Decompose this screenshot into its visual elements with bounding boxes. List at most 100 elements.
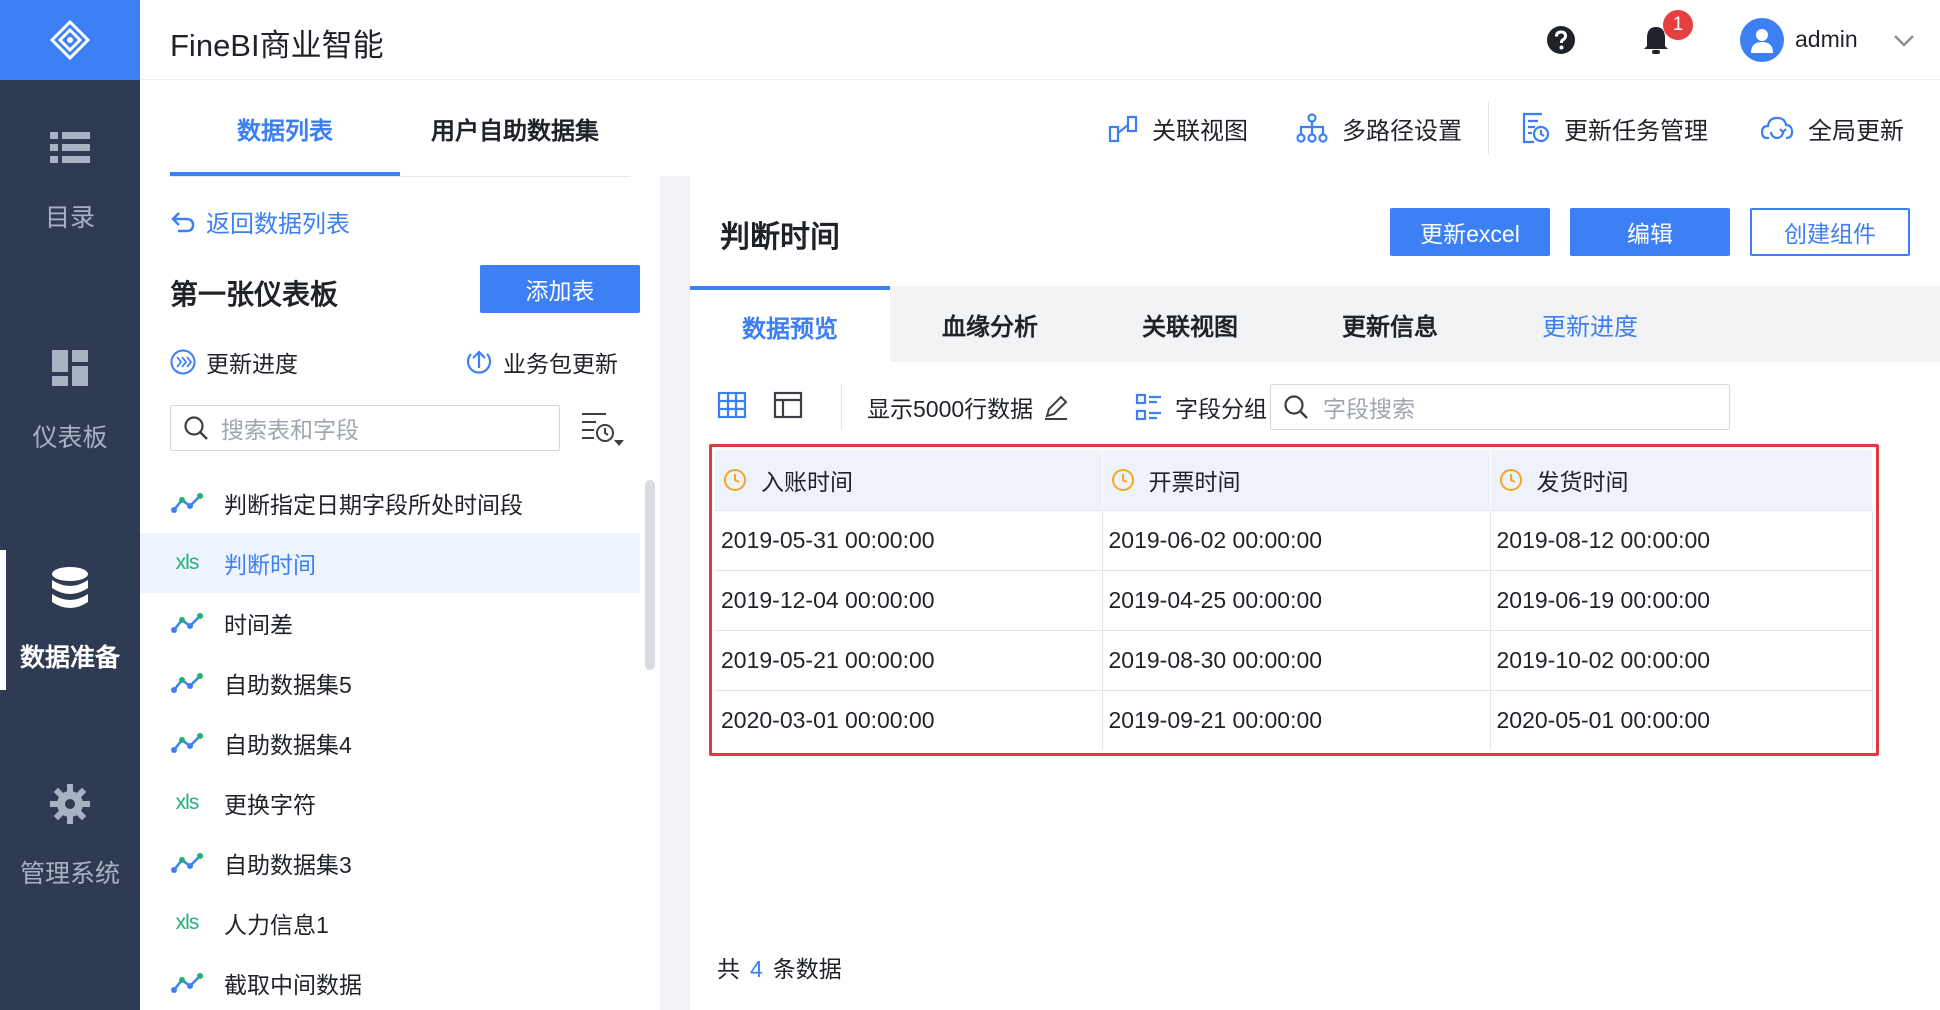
avatar[interactable]	[1740, 18, 1784, 62]
data-preview-panel: 显示5000行数据 字段分组 字段搜索 入账时间 开票时间 发货时间 2019-…	[690, 362, 1940, 1010]
dataset-icon	[170, 851, 204, 875]
tab-data-preview[interactable]: 数据预览	[690, 286, 890, 362]
total-count: 共 4 条数据	[717, 950, 842, 984]
table-list: 判断指定日期字段所处时间段 xls 判断时间 时间差 自助数据集5 自助数据集4…	[140, 473, 640, 1010]
back-link-label: 返回数据列表	[206, 211, 350, 238]
list-item[interactable]: xls 更换字符	[140, 773, 640, 833]
help-icon[interactable]	[1545, 24, 1577, 56]
task-list-icon	[1522, 112, 1550, 144]
list-item[interactable]: 自助数据集5	[140, 653, 640, 713]
table-cell: 2019-12-04 00:00:00	[715, 569, 1103, 630]
update-progress-label: 更新进度	[206, 351, 298, 377]
list-scrollbar[interactable]	[645, 480, 655, 670]
main-content: 判断时间 更新excel 编辑 创建组件 数据预览 血缘分析 关联视图 更新信息…	[660, 176, 1940, 1010]
time-field-icon	[724, 468, 746, 491]
pencil-icon	[1045, 395, 1068, 420]
rail-item-label: 管理系统	[19, 860, 120, 888]
gear-icon	[48, 782, 92, 826]
tab-self-service-dataset[interactable]: 用户自助数据集	[400, 80, 630, 176]
time-field-icon	[1499, 468, 1522, 491]
upload-circle-icon	[466, 350, 492, 374]
preview-toolbar: 显示5000行数据 字段分组 字段搜索	[715, 384, 1925, 430]
rail-item-data-prep[interactable]: 数据准备	[0, 540, 140, 700]
column-header[interactable]: 发货时间	[1490, 450, 1873, 510]
sort-time-filter-icon[interactable]	[580, 408, 624, 448]
list-item-label: 自助数据集5	[224, 672, 352, 698]
tab-data-list[interactable]: 数据列表	[170, 80, 400, 176]
list-item-label: 自助数据集3	[224, 852, 352, 878]
list-item[interactable]: xls 判断时间	[140, 533, 640, 593]
list-item-label: 截取中间数据	[224, 972, 362, 998]
list-item[interactable]: 时间差	[140, 593, 640, 653]
list-item-label: 判断时间	[224, 552, 316, 578]
multipath-settings-label: 多路径设置	[1342, 117, 1462, 145]
list-item[interactable]: xls 人力信息1	[140, 893, 640, 953]
table-cell: 2019-06-02 00:00:00	[1102, 509, 1491, 570]
username[interactable]: admin	[1795, 26, 1858, 53]
column-header[interactable]: 入账时间	[715, 450, 1103, 510]
field-group-button[interactable]: 字段分组	[1135, 390, 1267, 424]
tab-relation-view[interactable]: 关联视图	[1090, 286, 1290, 362]
field-group-icon	[1135, 393, 1161, 421]
package-update-link[interactable]: 业务包更新	[465, 345, 618, 379]
table-row: 2019-05-31 00:00:00 2019-06-02 00:00:00 …	[715, 509, 1873, 570]
field-search-input[interactable]: 字段搜索	[1270, 384, 1730, 430]
multipath-settings-button[interactable]: 多路径设置	[1296, 108, 1462, 148]
package-title: 第一张仪表板	[170, 279, 339, 310]
update-task-manage-label: 更新任务管理	[1564, 117, 1708, 145]
list-item[interactable]: 判断指定日期字段所处时间段	[140, 473, 640, 533]
table-cell: 2019-08-12 00:00:00	[1490, 509, 1873, 570]
hierarchy-icon	[1296, 113, 1328, 143]
field-search-placeholder: 字段搜索	[1323, 396, 1415, 422]
back-to-list-link[interactable]: 返回数据列表	[170, 204, 350, 239]
add-table-button[interactable]: 添加表	[480, 265, 640, 313]
tab-lineage-analysis[interactable]: 血缘分析	[890, 286, 1090, 362]
search-icon	[184, 416, 208, 440]
relation-view-label: 关联视图	[1152, 117, 1248, 145]
dataset-icon	[170, 971, 204, 995]
tab-update-progress[interactable]: 更新进度	[1490, 286, 1690, 362]
relation-view-button[interactable]: 关联视图	[1108, 108, 1248, 148]
app-title: FineBI商业智能	[170, 28, 384, 63]
time-field-icon	[1111, 468, 1134, 491]
list-item-label: 更换字符	[224, 792, 316, 818]
list-item[interactable]: 自助数据集3	[140, 833, 640, 893]
tab-update-info[interactable]: 更新信息	[1290, 286, 1490, 362]
total-suffix: 条数据	[772, 956, 842, 982]
toolbar-divider	[841, 384, 842, 430]
app-root: 目录 仪表板 数据准备 管理系统 FineBI商业智能 1 admin 数据列表…	[0, 0, 1940, 1010]
rail-item-catalog[interactable]: 目录	[0, 100, 140, 260]
tab-active-indicator	[170, 172, 400, 176]
create-component-button[interactable]: 创建组件	[1750, 208, 1910, 256]
update-progress-link[interactable]: 更新进度	[170, 345, 298, 379]
rail-item-label: 仪表板	[32, 424, 108, 452]
global-update-label: 全局更新	[1808, 117, 1904, 145]
list-item-label: 判断指定日期字段所处时间段	[224, 492, 523, 518]
list-item[interactable]: 自助数据集4	[140, 713, 640, 773]
rail-item-admin[interactable]: 管理系统	[0, 756, 140, 916]
rail-item-label: 目录	[44, 204, 95, 232]
search-table-input[interactable]: 搜索表和字段	[170, 405, 560, 451]
column-header[interactable]: 开票时间	[1102, 450, 1491, 510]
chevron-down-icon[interactable]	[1892, 30, 1916, 50]
table-cell: 2019-05-31 00:00:00	[715, 509, 1103, 570]
xls-icon: xls	[175, 551, 200, 574]
relation-view-icon	[1108, 115, 1138, 143]
global-update-button[interactable]: 全局更新	[1760, 108, 1904, 148]
update-excel-button[interactable]: 更新excel	[1390, 208, 1550, 256]
display-rows-setting[interactable]: 显示5000行数据	[867, 390, 1069, 424]
layout-view-icon[interactable]	[771, 388, 805, 422]
data-list-panel: 数据列表 用户自助数据集 返回数据列表 第一张仪表板 添加表 更新进度 业务包更…	[140, 80, 660, 1010]
logo[interactable]	[0, 0, 140, 80]
data-tools-bar: 关联视图 多路径设置 更新任务管理 全局更新	[660, 80, 1940, 176]
rail-item-dashboard[interactable]: 仪表板	[0, 320, 140, 480]
table-cell: 2020-03-01 00:00:00	[715, 689, 1103, 750]
column-header-label: 入账时间	[761, 468, 853, 495]
list-item[interactable]: 截取中间数据	[140, 953, 640, 1010]
top-header: FineBI商业智能 1 admin	[140, 0, 1940, 80]
table-cell: 2019-05-21 00:00:00	[715, 629, 1103, 690]
grid-view-icon[interactable]	[715, 388, 749, 422]
edit-button[interactable]: 编辑	[1570, 208, 1730, 256]
list-icon	[48, 126, 92, 170]
update-task-manage-button[interactable]: 更新任务管理	[1520, 108, 1708, 148]
